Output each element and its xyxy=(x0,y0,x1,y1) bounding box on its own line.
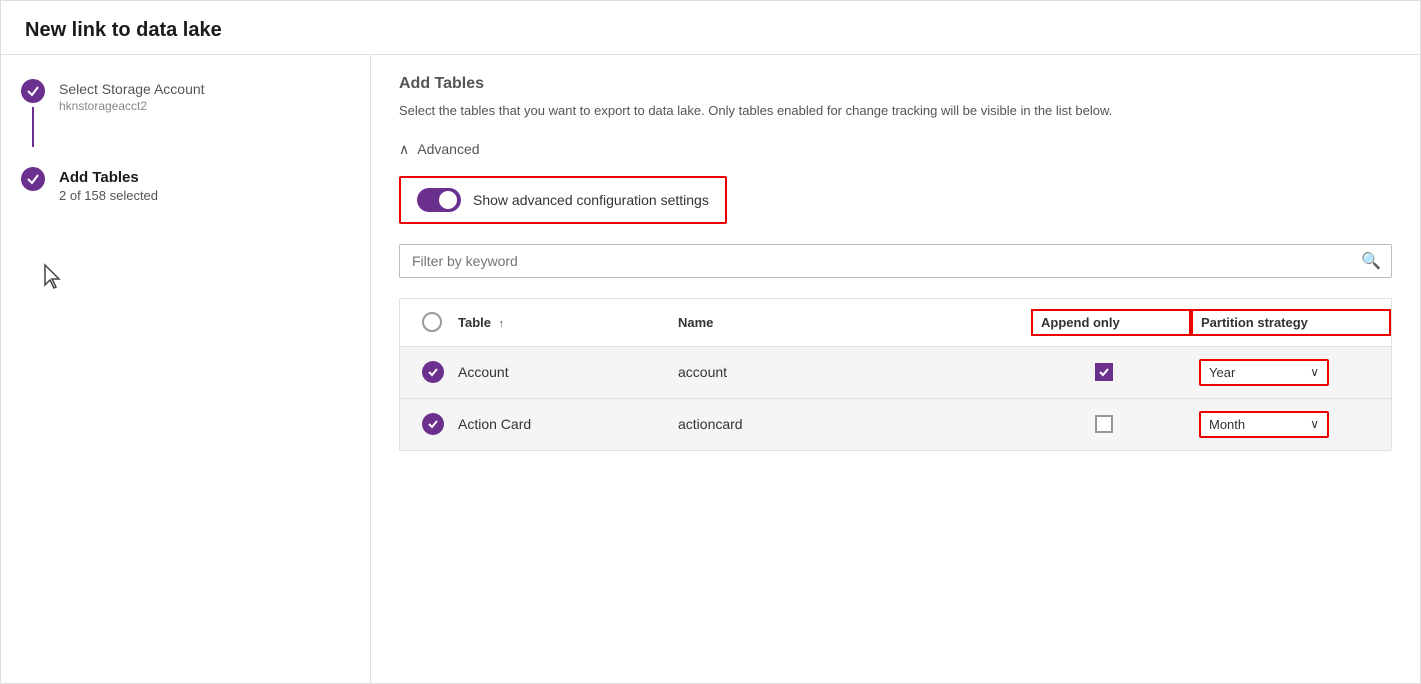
step-1-subtitle: hknstorageacct2 xyxy=(59,99,205,113)
toggle-label-text: Show advanced configuration settings xyxy=(473,192,709,208)
table-header: Table ↑ Name Append only Partition strat… xyxy=(400,299,1391,347)
search-icon: 🔍 xyxy=(1361,251,1381,271)
content-area: Select Storage Account hknstorageacct2 A… xyxy=(1,55,1420,683)
check-icon-step1 xyxy=(26,84,40,98)
row1-partition-value: Year xyxy=(1209,365,1235,380)
row1-partition[interactable]: Year ∨ xyxy=(1191,359,1391,386)
search-container: 🔍 xyxy=(399,244,1392,278)
toggle-switch[interactable] xyxy=(417,188,461,212)
th-append-only: Append only xyxy=(1031,309,1191,336)
row1-partition-select[interactable]: Year ∨ xyxy=(1199,359,1329,386)
step-2-indicator xyxy=(21,167,45,191)
row1-checkbox[interactable] xyxy=(422,361,444,383)
chevron-up-icon: ∧ xyxy=(399,141,409,158)
table-container: Table ↑ Name Append only Partition strat… xyxy=(399,298,1392,451)
row2-checkbox-cell[interactable] xyxy=(400,413,450,435)
row1-check-icon xyxy=(427,366,439,378)
table-row: Action Card actioncard Month ∨ xyxy=(400,399,1391,450)
sort-icon[interactable]: ↑ xyxy=(499,318,505,330)
advanced-config-toggle-container[interactable]: Show advanced configuration settings xyxy=(399,176,727,224)
row2-partition-select[interactable]: Month ∨ xyxy=(1199,411,1329,438)
row2-checkbox[interactable] xyxy=(422,413,444,435)
main-content: Add Tables Select the tables that you wa… xyxy=(371,55,1420,683)
step-1: Select Storage Account hknstorageacct2 xyxy=(21,79,350,147)
th-name: Name xyxy=(670,315,1031,330)
row2-table-name: Action Card xyxy=(450,416,670,432)
row2-append-checkbox[interactable] xyxy=(1095,415,1113,433)
step-1-indicator xyxy=(21,79,45,147)
row1-table-name: Account xyxy=(450,364,670,380)
sidebar: Select Storage Account hknstorageacct2 A… xyxy=(1,55,371,683)
add-tables-title: Add Tables xyxy=(399,75,1392,93)
th-table: Table ↑ xyxy=(450,315,670,330)
step-1-line xyxy=(32,107,34,147)
step-2-circle xyxy=(21,167,45,191)
row1-append-checkbox[interactable] xyxy=(1095,363,1113,381)
row1-name: account xyxy=(670,364,1031,380)
check-icon-step2 xyxy=(26,172,40,186)
row1-dropdown-arrow-icon: ∨ xyxy=(1310,365,1319,379)
th-partition-strategy: Partition strategy xyxy=(1191,309,1391,336)
row2-partition-value: Month xyxy=(1209,417,1245,432)
step-2: Add Tables 2 of 158 selected xyxy=(21,167,350,203)
row2-name: actioncard xyxy=(670,416,1031,432)
row1-append-check-icon xyxy=(1098,366,1110,378)
step-2-content: Add Tables 2 of 158 selected xyxy=(59,167,158,203)
advanced-toggle-header[interactable]: ∧ Advanced xyxy=(399,141,1392,158)
page-title: New link to data lake xyxy=(1,1,1420,55)
step-1-content: Select Storage Account hknstorageacct2 xyxy=(59,79,205,113)
select-all-radio[interactable] xyxy=(422,312,442,332)
advanced-section-label: Advanced xyxy=(417,141,479,157)
toggle-slider xyxy=(417,188,461,212)
row2-partition[interactable]: Month ∨ xyxy=(1191,411,1391,438)
row2-check-icon xyxy=(427,418,439,430)
table-row: Account account Year ∨ xyxy=(400,347,1391,399)
add-tables-description: Select the tables that you want to expor… xyxy=(399,101,1392,121)
row2-append-only[interactable] xyxy=(1031,415,1191,433)
step-2-title: Add Tables xyxy=(59,169,158,186)
cursor-icon xyxy=(41,263,63,289)
cursor-area xyxy=(21,223,350,332)
search-input[interactable] xyxy=(400,245,1391,277)
select-all-cell[interactable] xyxy=(400,312,450,332)
step-1-circle xyxy=(21,79,45,103)
row1-checkbox-cell[interactable] xyxy=(400,361,450,383)
page-container: New link to data lake Select Storage Acc… xyxy=(0,0,1421,684)
row1-append-only[interactable] xyxy=(1031,363,1191,381)
step-2-subtitle: 2 of 158 selected xyxy=(59,188,158,203)
step-1-title: Select Storage Account xyxy=(59,81,205,97)
row2-dropdown-arrow-icon: ∨ xyxy=(1310,417,1319,431)
